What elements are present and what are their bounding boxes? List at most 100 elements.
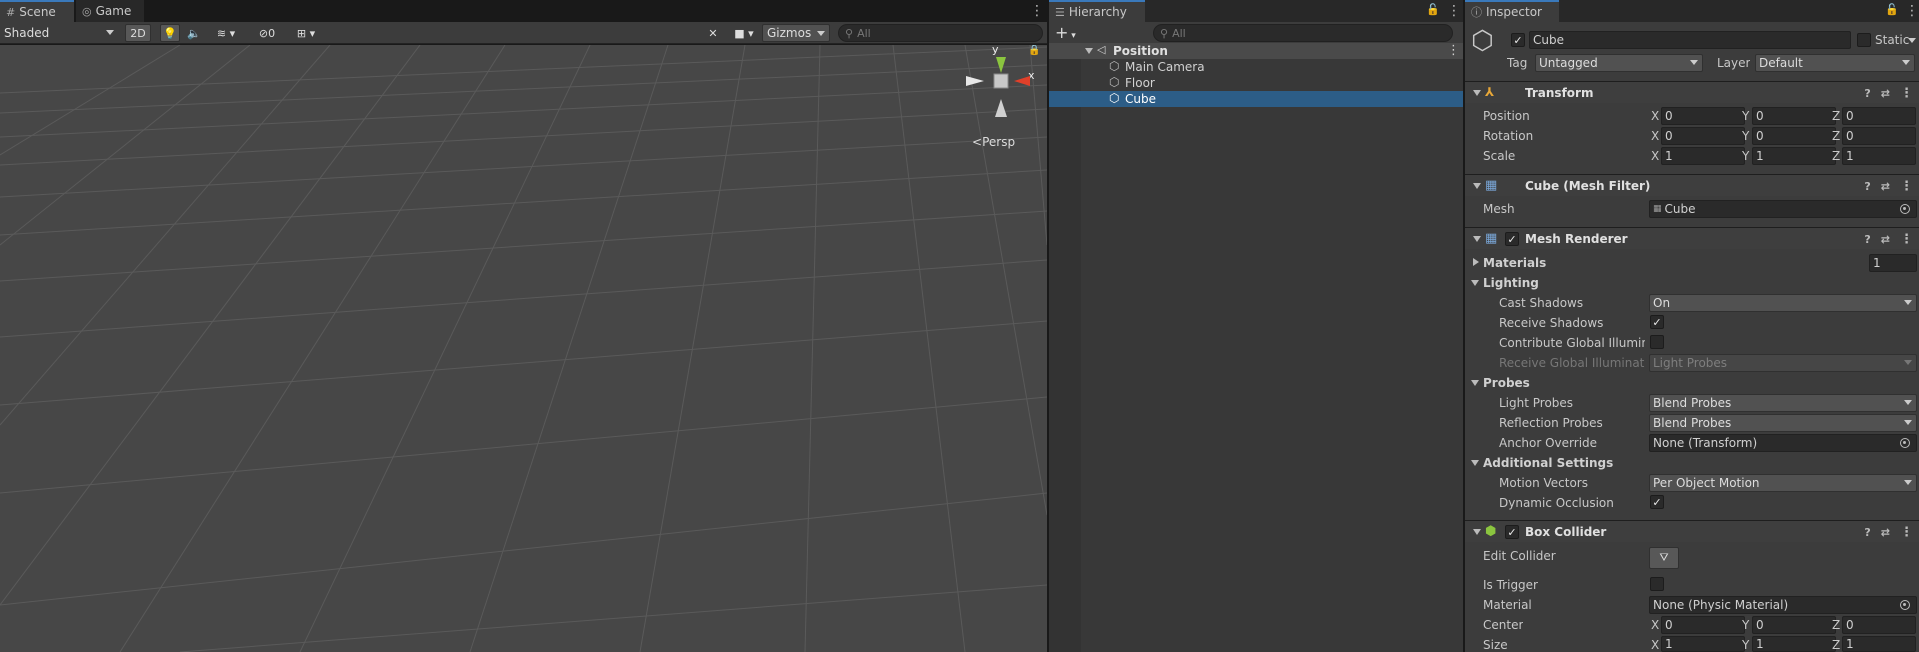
object-picker-icon[interactable] — [1900, 204, 1910, 214]
collider-material-field[interactable]: None (Physic Material) — [1649, 596, 1917, 614]
expand-arrow-icon[interactable] — [1471, 280, 1479, 286]
help-icon[interactable]: ? — [1864, 87, 1870, 100]
expand-arrow-icon[interactable] — [1471, 460, 1479, 466]
help-icon[interactable]: ? — [1864, 233, 1870, 246]
expand-arrow-icon[interactable] — [1473, 90, 1481, 96]
orientation-gizmo[interactable]: y x 🔒 <Persp — [962, 45, 1042, 165]
center-x-field[interactable]: 0 — [1661, 616, 1745, 634]
more-icon[interactable]: ⋮ — [1900, 179, 1913, 194]
materials-count-field[interactable]: 1 — [1869, 254, 1917, 272]
tab-inspector[interactable]: ⓘ Inspector — [1465, 0, 1559, 22]
tab-hierarchy[interactable]: ☰ Hierarchy — [1049, 0, 1145, 22]
hierarchy-more-icon[interactable]: ⋮ — [1447, 4, 1461, 18]
tools-button[interactable]: ✕ — [703, 24, 723, 42]
edit-collider-button[interactable]: ⛛ — [1649, 547, 1679, 569]
projection-toggle[interactable]: <Persp — [972, 135, 1015, 149]
inspector-lock-icon[interactable]: 🔓 — [1885, 4, 1899, 15]
position-y-field[interactable]: 0 — [1752, 107, 1836, 125]
box-collider-header[interactable]: ⬢ ✓ Box Collider ? ⇄ ⋮ — [1465, 520, 1919, 542]
lighting-toggle-button[interactable]: 💡 — [160, 24, 180, 42]
scene-search-input[interactable]: ⚲ All — [838, 24, 1043, 42]
help-icon[interactable]: ? — [1864, 180, 1870, 193]
materials-label[interactable]: Materials — [1483, 256, 1546, 270]
expand-arrow-icon[interactable] — [1085, 48, 1093, 54]
object-picker-icon[interactable] — [1900, 438, 1910, 448]
rotation-y-field[interactable]: 0 — [1752, 127, 1836, 145]
preset-icon[interactable]: ⇄ — [1881, 180, 1890, 193]
draw-mode-dropdown[interactable]: Shaded — [0, 24, 120, 42]
expand-arrow-icon[interactable] — [1473, 236, 1481, 242]
more-icon[interactable]: ⋮ — [1900, 86, 1913, 101]
position-x-field[interactable]: 0 — [1661, 107, 1745, 125]
light-probes-dropdown[interactable]: Blend Probes — [1649, 394, 1917, 412]
mesh-filter-header[interactable]: ▦ Cube (Mesh Filter) ? ⇄ ⋮ — [1465, 174, 1919, 196]
tab-scene[interactable]: # Scene — [0, 0, 74, 22]
mesh-renderer-enabled-checkbox[interactable]: ✓ — [1505, 232, 1519, 246]
hierarchy-lock-icon[interactable]: 🔓 — [1426, 4, 1440, 15]
additional-settings-label[interactable]: Additional Settings — [1483, 456, 1613, 470]
preset-icon[interactable]: ⇄ — [1881, 526, 1890, 539]
expand-arrow-icon[interactable] — [1473, 183, 1481, 189]
expand-arrow-icon[interactable] — [1471, 380, 1479, 386]
gizmos-dropdown[interactable]: Gizmos — [762, 24, 830, 42]
grid-dropdown[interactable]: ⊞ ▾ — [288, 24, 324, 42]
object-name-input[interactable]: Cube — [1529, 31, 1851, 49]
dynamic-occlusion-checkbox[interactable]: ✓ — [1650, 495, 1664, 509]
position-z-field[interactable]: 0 — [1842, 107, 1916, 125]
help-icon[interactable]: ? — [1864, 526, 1870, 539]
is-trigger-checkbox[interactable] — [1650, 577, 1664, 591]
receive-shadows-checkbox[interactable]: ✓ — [1650, 315, 1664, 329]
probes-label[interactable]: Probes — [1483, 376, 1530, 390]
tag-dropdown[interactable]: Untagged — [1535, 54, 1703, 72]
center-z-field[interactable]: 0 — [1842, 616, 1916, 634]
motion-vectors-dropdown[interactable]: Per Object Motion — [1649, 474, 1917, 492]
mesh-field[interactable]: ▦ Cube — [1649, 200, 1917, 218]
hierarchy-search-input[interactable]: ⚲ All — [1153, 24, 1453, 42]
rotation-z-field[interactable]: 0 — [1842, 127, 1916, 145]
audio-toggle-button[interactable]: 🔈 — [184, 24, 204, 42]
center-y-field[interactable]: 0 — [1752, 616, 1836, 634]
inspector-more-icon[interactable]: ⋮ — [1905, 4, 1919, 18]
camera-dropdown[interactable]: ■ ▾ — [728, 24, 760, 42]
center-label: Center — [1483, 618, 1524, 632]
list-item[interactable]: ⬡ Floor — [1049, 75, 1463, 91]
scene-header-row[interactable]: ◁ Position ⋮ — [1049, 43, 1463, 59]
chevron-down-icon[interactable] — [1908, 38, 1916, 43]
mesh-renderer-header[interactable]: ▦ ✓ Mesh Renderer ? ⇄ ⋮ — [1465, 227, 1919, 249]
scene-viewport[interactable]: y x 🔒 <Persp — [0, 45, 1047, 652]
scale-x-field[interactable]: 1 — [1661, 147, 1745, 165]
2d-toggle-button[interactable]: 2D — [125, 24, 151, 42]
rotation-x-field[interactable]: 0 — [1661, 127, 1745, 145]
expand-arrow-icon[interactable] — [1473, 258, 1479, 266]
lighting-label[interactable]: Lighting — [1483, 276, 1539, 290]
effects-dropdown[interactable]: ≋ ▾ — [208, 24, 244, 42]
scene-more-icon[interactable]: ⋮ — [1030, 4, 1044, 18]
scene-visibility-button[interactable]: ⊘ 0 — [250, 24, 284, 42]
preset-icon[interactable]: ⇄ — [1881, 87, 1890, 100]
size-y-field[interactable]: 1 — [1752, 636, 1836, 652]
box-collider-enabled-checkbox[interactable]: ✓ — [1505, 525, 1519, 539]
more-icon[interactable]: ⋮ — [1900, 525, 1913, 540]
add-object-button[interactable]: + ▾ — [1055, 23, 1076, 42]
preset-icon[interactable]: ⇄ — [1881, 233, 1890, 246]
static-checkbox[interactable] — [1857, 33, 1871, 47]
list-item[interactable]: ⬡ Main Camera — [1049, 59, 1463, 75]
size-z-field[interactable]: 1 — [1842, 636, 1916, 652]
anchor-override-field[interactable]: None (Transform) — [1649, 434, 1917, 452]
expand-arrow-icon[interactable] — [1473, 529, 1481, 535]
list-item-selected[interactable]: ⬡ Cube — [1049, 91, 1463, 107]
layer-dropdown[interactable]: Default — [1755, 54, 1915, 72]
scene-more-icon[interactable]: ⋮ — [1447, 43, 1460, 58]
reflection-probes-dropdown[interactable]: Blend Probes — [1649, 414, 1917, 432]
scale-z-field[interactable]: 1 — [1842, 147, 1916, 165]
cast-shadows-dropdown[interactable]: On — [1649, 294, 1917, 312]
more-icon[interactable]: ⋮ — [1900, 232, 1913, 247]
active-checkbox[interactable]: ✓ — [1511, 33, 1525, 47]
scale-y-field[interactable]: 1 — [1752, 147, 1836, 165]
object-picker-icon[interactable] — [1900, 600, 1910, 610]
transform-header[interactable]: ⅄ Transform ? ⇄ ⋮ — [1465, 81, 1919, 103]
size-x-field[interactable]: 1 — [1661, 636, 1745, 652]
tab-game[interactable]: ◎ Game — [76, 0, 144, 22]
contribute-gi-checkbox[interactable] — [1650, 335, 1664, 349]
scene-name: Position — [1113, 44, 1168, 58]
